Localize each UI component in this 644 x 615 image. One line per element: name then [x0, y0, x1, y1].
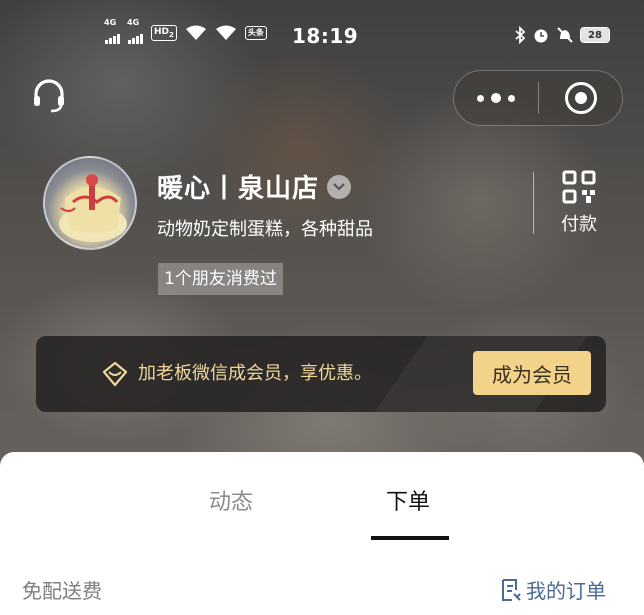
order-list-icon — [502, 578, 521, 601]
clock: 18:19 — [292, 24, 359, 48]
hd-sub-label: 2 — [169, 30, 174, 39]
miniprogram-capsule — [453, 70, 623, 126]
hd-voice-icon: HD2 — [151, 24, 177, 42]
shop-description: 动物奶定制蛋糕，各种甜品 — [157, 219, 373, 240]
my-orders-label: 我的订单 — [526, 579, 606, 603]
active-tab-indicator — [371, 536, 449, 540]
pay-divider — [533, 172, 534, 234]
signal-1: 4G — [104, 18, 120, 44]
tab-order[interactable]: 下单 — [386, 484, 430, 516]
status-left: 4G 4G HD2 头条 — [104, 18, 267, 44]
more-dots-icon[interactable] — [454, 71, 538, 125]
battery-level: 28 — [588, 29, 602, 41]
status-right: 28 — [514, 26, 610, 44]
free-delivery-label: 免配送费 — [22, 579, 102, 603]
signal-bars-icon — [128, 30, 143, 44]
shop-name: 暖心丨泉山店 — [157, 174, 320, 204]
target-close-icon — [564, 82, 597, 114]
chevron-down-icon[interactable] — [327, 174, 352, 199]
alarm-icon — [534, 29, 548, 43]
bluetooth-icon — [515, 26, 526, 44]
mute-bell-icon — [557, 27, 573, 43]
status-bar: 4G 4G HD2 头条 18:19 28 — [0, 18, 644, 52]
network-type-2: 4G — [127, 18, 140, 27]
toutiao-icon: 头条 — [244, 26, 267, 40]
pay-button[interactable]: 付款 — [553, 170, 605, 236]
qr-code-icon — [562, 170, 596, 204]
my-orders-link[interactable]: 我的订单 — [500, 575, 606, 604]
pay-label: 付款 — [561, 214, 597, 235]
shop-avatar[interactable] — [43, 156, 137, 250]
diamond-icon — [102, 361, 128, 387]
hd-label: HD — [154, 26, 170, 37]
become-member-button[interactable]: 成为会员 — [473, 351, 591, 395]
network-type-1: 4G — [104, 18, 117, 27]
headset-icon[interactable] — [30, 76, 68, 114]
friends-badge: 1个朋友消费过 — [158, 263, 283, 295]
wifi-hotspot-icon — [215, 25, 236, 40]
signal-2: 4G — [127, 18, 143, 44]
shop-title[interactable]: 暖心丨泉山店 — [157, 168, 352, 205]
member-promo-text: 加老板微信成会员，享优惠。 — [138, 363, 372, 384]
tab-dynamic[interactable]: 动态 — [209, 484, 253, 516]
cake-image — [59, 174, 127, 242]
battery-icon: 28 — [580, 27, 610, 43]
wifi-icon — [185, 25, 206, 40]
close-button[interactable] — [539, 82, 622, 114]
signal-bars-icon — [105, 30, 120, 44]
